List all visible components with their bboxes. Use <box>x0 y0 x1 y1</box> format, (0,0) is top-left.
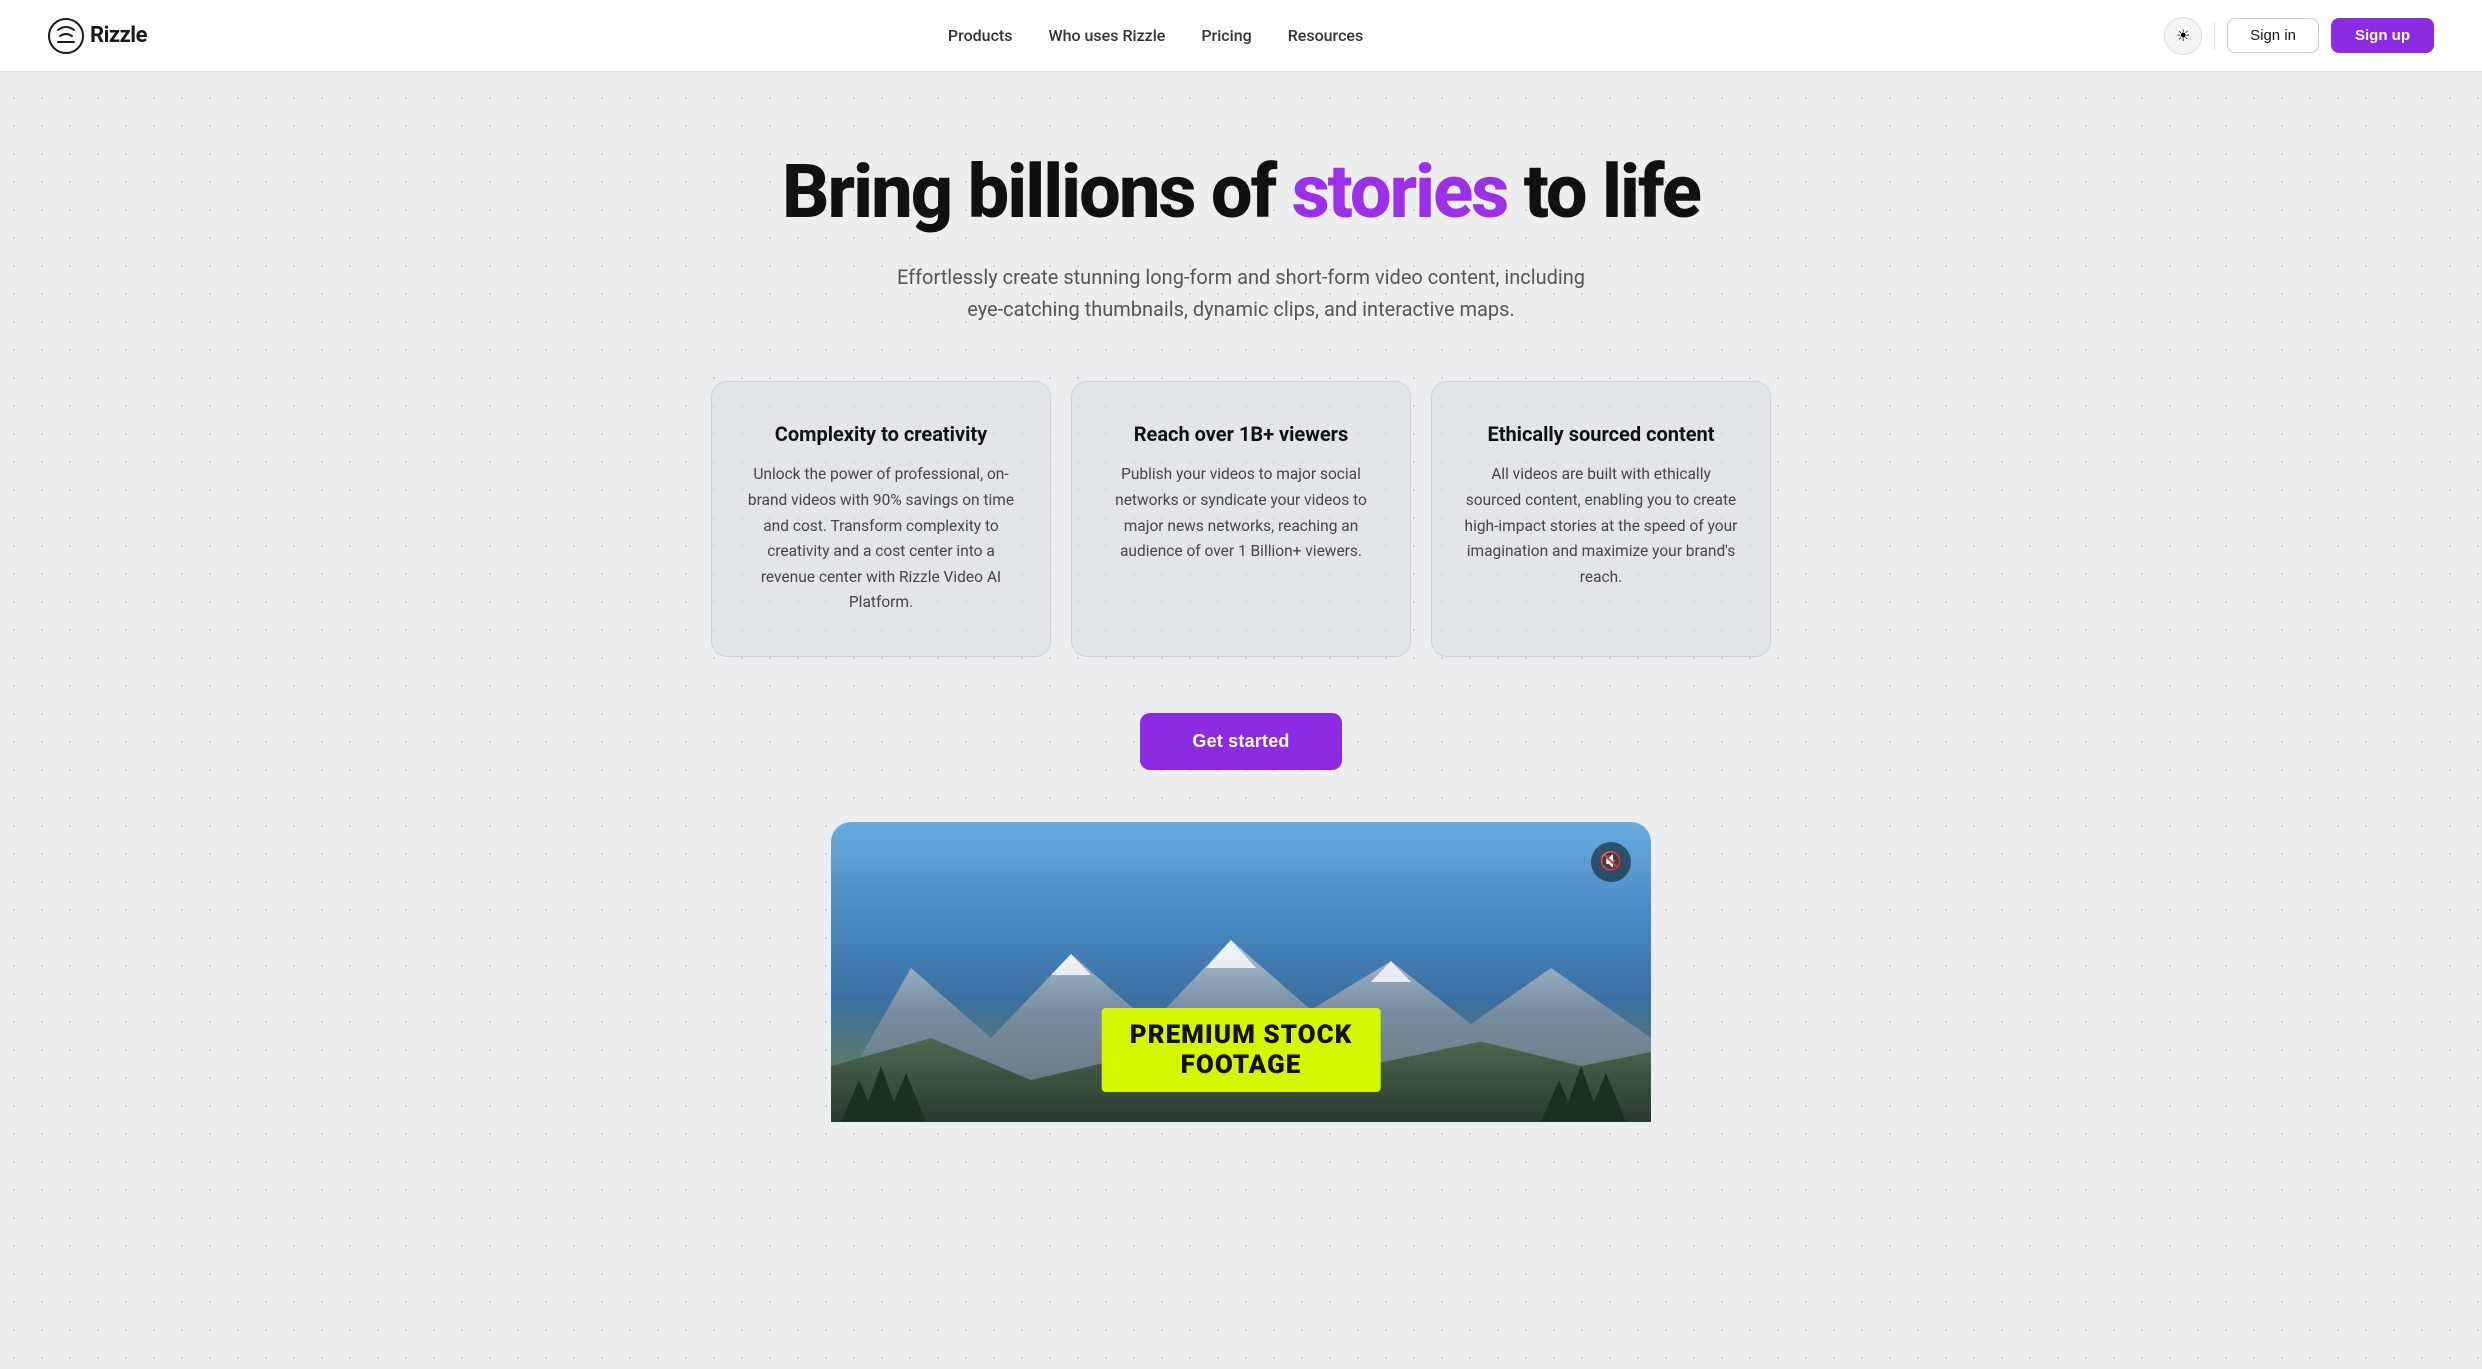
card-complexity: Complexity to creativity Unlock the powe… <box>711 381 1051 656</box>
video-label-line2: FOOTAGE <box>1181 1050 1302 1080</box>
nav-pricing[interactable]: Pricing <box>1201 26 1251 45</box>
sun-icon: ☀ <box>2176 26 2190 46</box>
nav-products[interactable]: Products <box>948 26 1013 45</box>
nav-who-uses[interactable]: Who uses Rizzle <box>1049 26 1166 45</box>
card-ethical: Ethically sourced content All videos are… <box>1431 381 1771 656</box>
card-ethical-body: All videos are built with ethically sour… <box>1464 462 1738 590</box>
hero-title: Bring billions of stories to life <box>20 152 2462 233</box>
card-reach-title: Reach over 1B+ viewers <box>1104 422 1378 446</box>
nav-divider <box>2214 22 2215 50</box>
card-ethical-title: Ethically sourced content <box>1464 422 1738 446</box>
mute-button[interactable]: 🔇 <box>1591 842 1631 882</box>
card-complexity-title: Complexity to creativity <box>744 422 1018 446</box>
nav-right: ☀ Sign in Sign up <box>2164 17 2434 55</box>
mute-icon: 🔇 <box>1600 851 1622 872</box>
cta-section: Get started <box>20 713 2462 770</box>
card-complexity-body: Unlock the power of professional, on-bra… <box>744 462 1018 615</box>
logo[interactable]: Rizzle <box>48 18 147 54</box>
video-placeholder: PREMIUM STOCK FOOTAGE 🔇 <box>831 822 1651 1122</box>
hero-title-highlight: stories <box>1292 149 1508 236</box>
hero-section: Bring billions of stories to life Effort… <box>0 72 2482 1182</box>
card-reach-body: Publish your videos to major social netw… <box>1104 462 1378 564</box>
get-started-button[interactable]: Get started <box>1140 713 1341 770</box>
navbar: Rizzle Products Who uses Rizzle Pricing … <box>0 0 2482 72</box>
nav-links: Products Who uses Rizzle Pricing Resourc… <box>948 26 1363 45</box>
hero-subtitle: Effortlessly create stunning long-form a… <box>881 261 1601 325</box>
hero-title-suffix: to life <box>1507 149 1700 236</box>
signin-button[interactable]: Sign in <box>2227 18 2319 53</box>
video-label: PREMIUM STOCK FOOTAGE <box>1102 1008 1381 1092</box>
signup-button[interactable]: Sign up <box>2331 18 2434 53</box>
video-preview: PREMIUM STOCK FOOTAGE 🔇 <box>831 822 1651 1122</box>
hero-title-prefix: Bring billions of <box>782 149 1292 236</box>
logo-text: Rizzle <box>90 23 147 48</box>
nav-resources[interactable]: Resources <box>1288 26 1364 45</box>
card-reach: Reach over 1B+ viewers Publish your vide… <box>1071 381 1411 656</box>
theme-toggle-button[interactable]: ☀ <box>2164 17 2202 55</box>
video-label-line1: PREMIUM STOCK <box>1130 1020 1353 1050</box>
feature-cards: Complexity to creativity Unlock the powe… <box>691 381 1791 656</box>
